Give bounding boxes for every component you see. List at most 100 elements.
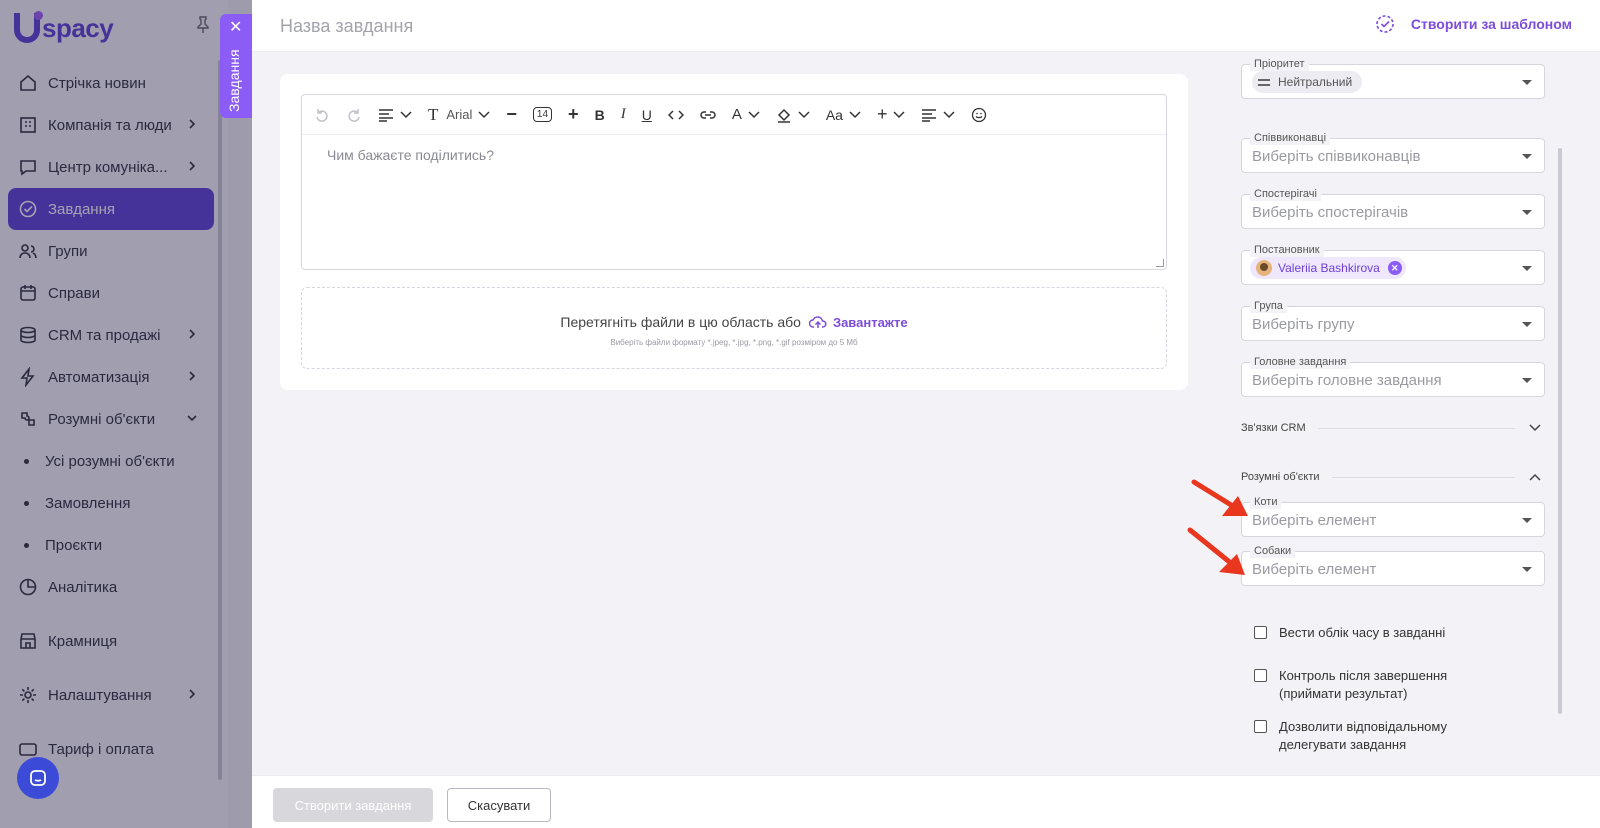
close-icon[interactable]: ✕ (229, 20, 242, 36)
chat-widget-icon (30, 770, 46, 786)
dropzone-hint: Виберіть файли формату *.jpeg, *.jpg, *.… (610, 338, 858, 347)
result-control-checkbox[interactable]: Контроль після завершення (приймати резул… (1254, 667, 1447, 703)
observers-placeholder: Виберіть спостерігачів (1252, 204, 1409, 221)
upload-link-label: Завантажте (832, 314, 908, 330)
highlight-color-button[interactable] (776, 107, 810, 123)
cats-label: Коти (1250, 495, 1282, 509)
underline-icon[interactable]: U (642, 107, 652, 123)
editor-placeholder: Чим бажаєте поділитись? (327, 147, 495, 163)
crm-links-title: Зв'язки CRM (1241, 422, 1306, 434)
text-case-button[interactable]: Aa (826, 107, 861, 123)
chevron-down-icon (849, 110, 861, 118)
observers-select[interactable]: Спостерігачі Виберіть спостерігачів (1241, 187, 1545, 229)
smart-objects-title: Розумні об'єкти (1241, 471, 1320, 483)
dropzone-text: Перетягніть файли в цю область або (560, 314, 801, 330)
checkbox-box[interactable] (1254, 669, 1267, 682)
right-scrollbar[interactable] (1558, 148, 1562, 714)
caret-down-icon (1522, 266, 1532, 271)
result-control-label: Контроль після завершення (приймати резул… (1279, 667, 1447, 703)
text-align-button[interactable] (921, 108, 955, 122)
time-tracking-checkbox[interactable]: Вести облік часу в завданні (1254, 624, 1445, 642)
time-tracking-label: Вести облік часу в завданні (1279, 625, 1446, 640)
caret-down-icon (1522, 518, 1532, 523)
cancel-button[interactable]: Скасувати (447, 788, 551, 822)
caret-down-icon (1522, 154, 1532, 159)
smart-objects-section[interactable]: Розумні об'єкти (1241, 469, 1541, 485)
creator-name: Valeriia Bashkirova (1278, 261, 1380, 275)
coexecutors-select[interactable]: Співвиконавці Виберіть співвиконавців (1241, 131, 1545, 173)
cats-placeholder: Виберіть елемент (1252, 512, 1377, 529)
coexecutors-label: Співвиконавці (1250, 131, 1331, 145)
group-select[interactable]: Група Виберіть групу (1241, 299, 1545, 341)
modal-overlay[interactable] (0, 0, 252, 828)
group-label: Група (1250, 299, 1287, 313)
task-panel-tab[interactable]: ✕ Завдання (220, 14, 252, 118)
dogs-select[interactable]: Собаки Виберіть елемент (1241, 544, 1545, 586)
observers-label: Спостерігачі (1250, 187, 1321, 201)
allow-delegate-label: Дозволити відповідальному делегувати завд… (1279, 718, 1447, 754)
chevron-down-icon (893, 110, 905, 118)
avatar (1256, 260, 1272, 276)
chevron-up-icon (1529, 473, 1541, 481)
result-control-line2: (приймати результат) (1279, 686, 1408, 701)
link-icon[interactable] (700, 109, 716, 121)
resize-handle-icon[interactable] (1156, 259, 1164, 267)
cats-select[interactable]: Коти Виберіть елемент (1241, 495, 1545, 537)
code-icon[interactable] (667, 109, 684, 121)
text-color-icon: A (731, 106, 742, 123)
create-from-template-button[interactable]: Створити за шаблоном (1375, 14, 1572, 34)
chat-widget-button[interactable] (17, 757, 59, 799)
priority-label: Пріоритет (1250, 57, 1309, 71)
priority-select[interactable]: Пріоритет Нейтральний (1241, 57, 1545, 99)
panel-footer: Створити завдання Скасувати (252, 775, 1600, 828)
chevron-down-icon (798, 110, 810, 118)
parent-task-placeholder: Виберіть головне завдання (1252, 372, 1442, 389)
section-divider (1317, 427, 1515, 429)
creator-select[interactable]: Постановник Valeriia Bashkirova ✕ (1241, 243, 1545, 285)
chevron-down-icon (1529, 424, 1541, 432)
allow-delegate-line2: делегувати завдання (1279, 737, 1407, 752)
italic-icon[interactable]: I (621, 106, 626, 123)
chevron-down-icon (400, 110, 412, 118)
checkbox-box[interactable] (1254, 720, 1267, 733)
font-family-select[interactable]: T Arial (428, 105, 490, 125)
undo-icon[interactable] (314, 107, 330, 123)
caret-down-icon (1522, 567, 1532, 572)
paragraph-format-button[interactable] (378, 108, 412, 122)
create-from-template-label: Створити за шаблоном (1410, 16, 1572, 32)
parent-task-label: Головне завдання (1250, 355, 1351, 369)
chevron-down-icon (478, 110, 490, 118)
neutral-priority-icon (1258, 78, 1270, 86)
font-size-increase-icon[interactable]: + (568, 104, 579, 125)
upload-link[interactable]: Завантажте (808, 314, 908, 330)
chevron-down-icon (748, 110, 760, 118)
task-panel-tab-label: Завдання (226, 49, 242, 112)
font-size-value[interactable]: 14 (532, 107, 553, 122)
caret-down-icon (1522, 210, 1532, 215)
coexecutors-placeholder: Виберіть співвиконавців (1252, 148, 1421, 165)
parent-task-select[interactable]: Головне завдання Виберіть головне завдан… (1241, 355, 1545, 397)
caret-down-icon (1522, 378, 1532, 383)
task-title-input[interactable]: Назва завдання (280, 16, 413, 37)
section-divider (1331, 476, 1515, 478)
creator-chip: Valeriia Bashkirova ✕ (1250, 257, 1406, 279)
align-icon (379, 108, 393, 122)
bold-icon[interactable]: B (595, 107, 605, 123)
allow-delegate-checkbox[interactable]: Дозволити відповідальному делегувати завд… (1254, 718, 1447, 754)
text-case-label: Aa (825, 106, 843, 123)
caret-down-icon (1522, 80, 1532, 85)
emoji-icon[interactable] (971, 107, 987, 123)
checkbox-box[interactable] (1254, 626, 1267, 639)
font-size-decrease-icon[interactable]: − (506, 104, 517, 125)
group-placeholder: Виберіть групу (1252, 316, 1355, 333)
crm-links-section[interactable]: Зв'язки CRM (1241, 420, 1541, 436)
rich-text-editor[interactable]: T Arial − 14 + B I U A Aa + Чим бажаєте п… (301, 94, 1167, 270)
create-task-button[interactable]: Створити завдання (273, 788, 433, 822)
file-dropzone[interactable]: Перетягніть файли в цю область або Заван… (301, 287, 1167, 369)
caret-down-icon (1522, 322, 1532, 327)
priority-value: Нейтральний (1278, 75, 1353, 89)
remove-chip-icon[interactable]: ✕ (1387, 261, 1402, 275)
text-color-button[interactable]: A (732, 106, 760, 123)
insert-button[interactable]: + (877, 104, 906, 125)
redo-icon[interactable] (346, 107, 362, 123)
